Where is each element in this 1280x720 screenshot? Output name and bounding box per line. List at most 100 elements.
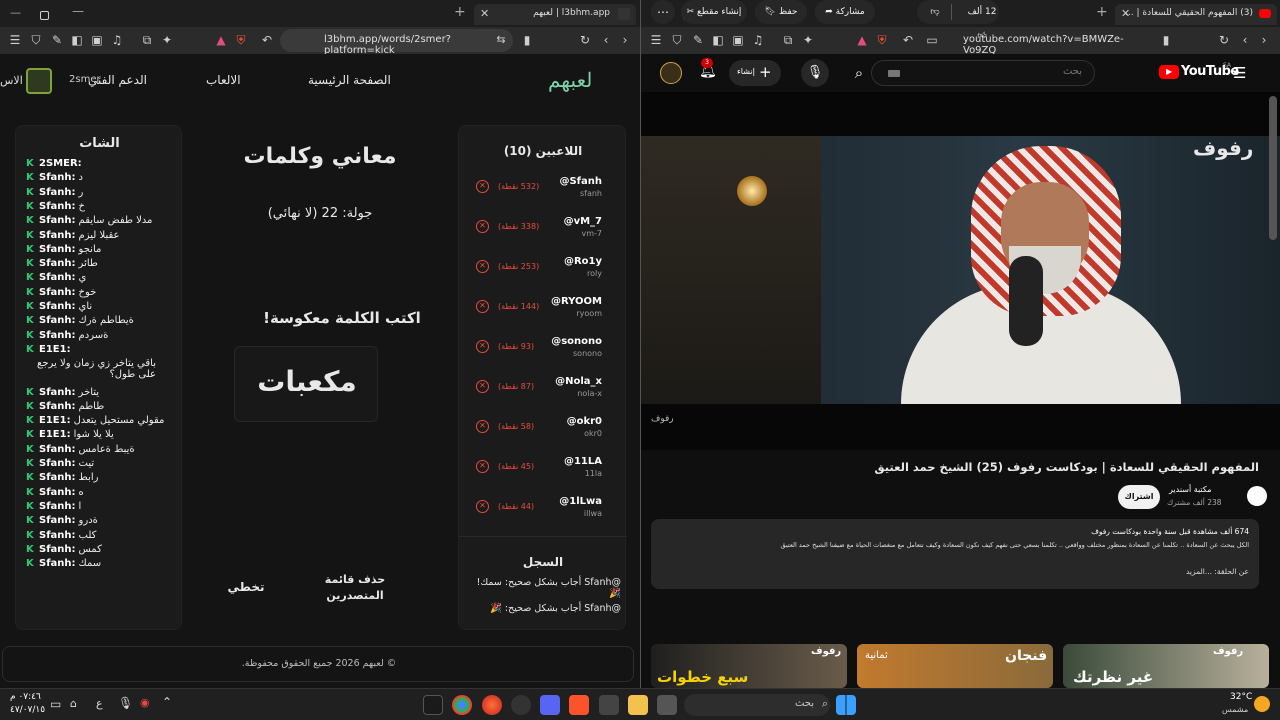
epic-games-icon[interactable] (423, 695, 443, 715)
chat-username[interactable]: E1E1: (39, 429, 71, 440)
close-tab-icon[interactable]: ✕ (480, 7, 489, 20)
video-player[interactable]: رفوف رفوف (641, 92, 1280, 450)
recommended-thumbnail[interactable]: فنجان ثمانية (857, 644, 1053, 688)
nav-partial-link[interactable]: الاس (0, 74, 23, 87)
puzzle-icon[interactable]: ✦ (158, 31, 176, 49)
bookmark-icon[interactable]: ▮ (1157, 31, 1175, 49)
remove-player-icon[interactable]: ✕ (476, 500, 489, 513)
network-icon[interactable]: ⌂ (70, 697, 77, 710)
weather-temp[interactable]: 32°C (1230, 692, 1252, 702)
new-tab-icon[interactable]: + (1096, 4, 1108, 20)
clock-date[interactable]: ٤٧/٠٧/١٥ (10, 705, 45, 715)
remove-player-icon[interactable]: ✕ (476, 180, 489, 193)
share-icon[interactable]: ↶ (899, 31, 917, 49)
brave-shield-icon[interactable]: ⛨ (873, 31, 891, 49)
music-icon[interactable]: ♫ (749, 31, 767, 49)
subscribe-button[interactable]: اشتراك (1118, 485, 1160, 509)
search-input[interactable]: بحث (871, 60, 1095, 86)
chat-username[interactable]: E1E1: (39, 415, 71, 426)
reload-icon[interactable]: ↻ (1215, 31, 1233, 49)
chat-username[interactable]: Sfanh: (39, 487, 76, 498)
clock-time[interactable]: ٠٧:٤٦ م (10, 692, 41, 702)
remove-player-icon[interactable]: ✕ (476, 220, 489, 233)
bookmark-icon[interactable]: ▮ (518, 31, 536, 49)
chat-username[interactable]: Sfanh: (39, 315, 76, 326)
dislike-button[interactable]: 👎︎ (923, 0, 947, 24)
chat-username[interactable]: Sfanh: (39, 244, 76, 255)
remove-player-icon[interactable]: ✕ (476, 300, 489, 313)
chat-username[interactable]: Sfanh: (39, 444, 76, 455)
like-button[interactable]: 12 ألف 👍︎ (965, 0, 999, 48)
chat-username[interactable]: Sfanh: (39, 187, 76, 198)
chat-username[interactable]: Sfanh: (39, 501, 76, 512)
cast-icon[interactable]: ▭ (923, 31, 941, 49)
shield-icon[interactable]: ⛉ (27, 31, 45, 49)
screenshot-icon[interactable]: ⧉ (138, 31, 156, 49)
brave-icon[interactable] (569, 695, 589, 715)
remove-player-icon[interactable]: ✕ (476, 340, 489, 353)
maximize-icon[interactable] (40, 5, 49, 24)
task-view-icon[interactable] (657, 695, 677, 715)
chat-username[interactable]: E1E1: (39, 344, 71, 355)
search-icon[interactable]: ⌕ (845, 59, 873, 87)
puzzle-icon[interactable]: ✦ (799, 31, 817, 49)
tray-overflow-icon[interactable]: ⌃ (162, 695, 172, 709)
chat-username[interactable]: Sfanh: (39, 530, 76, 541)
record-icon[interactable]: ◉ (140, 696, 150, 709)
save-button[interactable]: حفظ 🔖︎ (755, 0, 807, 24)
user-avatar[interactable] (26, 68, 52, 94)
skip-button[interactable]: تخطي (226, 580, 266, 594)
microphone-tray-icon[interactable]: 🎙︎ (118, 696, 133, 710)
minimize-icon[interactable]: — (10, 6, 21, 19)
keyboard-icon[interactable] (888, 70, 900, 77)
back-icon[interactable]: ‹ (1236, 31, 1254, 49)
microphone-icon[interactable]: 🎙 (801, 59, 829, 87)
chat-username[interactable]: Sfanh: (39, 230, 76, 241)
chat-username[interactable]: Sfanh: (39, 287, 76, 298)
channel-avatar[interactable] (1247, 486, 1267, 506)
close-window-icon[interactable]: — (72, 4, 84, 18)
recommended-thumbnail[interactable]: رفوف سبع خطوات (651, 644, 847, 688)
discord-icon[interactable] (540, 695, 560, 715)
reload-icon[interactable]: ↻ (576, 31, 594, 49)
scrollbar-thumb[interactable] (1269, 96, 1277, 240)
new-tab-icon[interactable]: + (454, 4, 466, 20)
address-bar[interactable]: l3bhm.app/words/2smer?platform=kick (280, 29, 513, 56)
reader-icon[interactable]: ▣ (729, 31, 747, 49)
screenshot-icon[interactable]: ⧉ (779, 31, 797, 49)
notification-center-icon[interactable]: ▭ (50, 697, 61, 711)
chat-username[interactable]: Sfanh: (39, 301, 76, 312)
brave-shield-icon[interactable]: ⛨ (232, 31, 250, 49)
youtube-logo-icon[interactable]: ▶ (1159, 65, 1179, 79)
channel-name[interactable]: مكتبة أسندير (1169, 485, 1212, 494)
chat-username[interactable]: Sfanh: (39, 330, 76, 341)
extension-pin-icon[interactable]: ✎ (48, 31, 66, 49)
vpn-icon[interactable]: ▲ (853, 31, 871, 49)
vpn-icon[interactable]: ▲ (212, 31, 230, 49)
chat-username[interactable]: 2SMER: (39, 158, 82, 169)
more-actions-button[interactable]: ⋯ (651, 0, 675, 24)
chat-username[interactable]: Sfanh: (39, 201, 76, 212)
start-icon[interactable] (836, 695, 856, 715)
clip-button[interactable]: إنشاء مقطع ✂ (681, 0, 747, 24)
extension-pin-icon[interactable]: ✎ (689, 31, 707, 49)
translate-icon[interactable]: ⇆ (492, 31, 510, 49)
account-avatar[interactable] (660, 62, 682, 84)
username-label[interactable]: 2smer (69, 74, 101, 85)
description-more-link[interactable]: عن الحلقة: ...المزيد (1186, 567, 1249, 576)
file-explorer-icon[interactable] (628, 695, 648, 715)
chat-username[interactable]: Sfanh: (39, 544, 76, 555)
reader-icon[interactable]: ▣ (88, 31, 106, 49)
chat-username[interactable]: Sfanh: (39, 401, 76, 412)
chat-username[interactable]: Sfanh: (39, 458, 76, 469)
tab-youtube[interactable]: ✕ (3) المفهوم الحقيقي للسعادة | ... (1115, 4, 1277, 25)
taskbar-search[interactable]: بحث ⌕ (684, 694, 830, 716)
remove-player-icon[interactable]: ✕ (476, 380, 489, 393)
tab-l3bhm[interactable]: ✕ l3bhm.app | لعبهم (474, 4, 636, 25)
forward-icon[interactable]: › (1255, 31, 1273, 49)
menu-icon[interactable]: ☰ (6, 31, 24, 49)
description-box[interactable]: 674 ألف مشاهدة قبل سنة واحدة بودكاست رفو… (651, 519, 1259, 589)
chat-username[interactable]: Sfanh: (39, 472, 76, 483)
chat-username[interactable]: Sfanh: (39, 515, 76, 526)
chat-username[interactable]: Sfanh: (39, 558, 76, 569)
